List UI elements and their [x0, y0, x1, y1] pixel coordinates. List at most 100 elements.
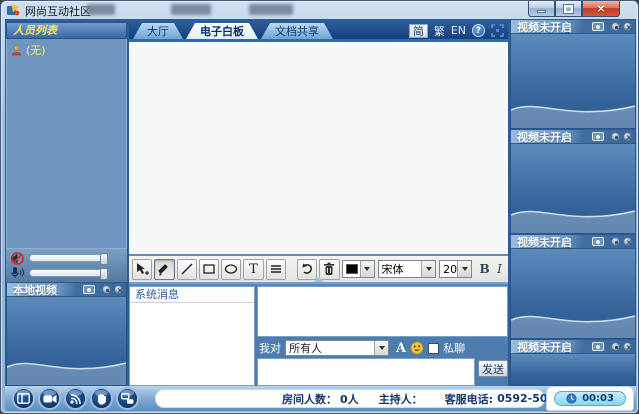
video-status-text: 视频未开启 [517, 234, 592, 250]
tab-whiteboard[interactable]: 电子白板 [186, 23, 258, 39]
snapshot-camera-icon[interactable] [592, 22, 604, 31]
pen-tool-button[interactable] [154, 259, 174, 280]
lines-tool-button[interactable] [266, 259, 286, 280]
minimize-button[interactable] [528, 1, 555, 17]
whiteboard-canvas[interactable] [129, 42, 508, 254]
system-message-panel: 系统消息 [129, 286, 255, 386]
video-close-button[interactable] [623, 342, 632, 351]
lang-traditional-button[interactable]: 繁 [434, 23, 445, 39]
microphone-icon[interactable] [10, 266, 25, 279]
pause-icon [615, 346, 618, 349]
system-message-header: 系统消息 [130, 287, 254, 303]
snapshot-camera-icon[interactable] [592, 342, 604, 351]
network-share-button[interactable] [116, 387, 139, 410]
maximize-button[interactable] [555, 1, 582, 17]
recipient-dropdown[interactable]: 所有人 [285, 340, 389, 356]
close-icon: × [596, 3, 605, 14]
tab-bar: 大厅 电子白板 文档共享 简 繁 EN ? [129, 22, 508, 39]
member-list-item[interactable]: (无) [7, 39, 126, 61]
lang-simplified-button[interactable]: 简 [409, 24, 428, 38]
title-bar: 网尚互动社区 × [1, 1, 639, 19]
speaker-muted-icon[interactable] [10, 252, 25, 265]
pause-icon [615, 26, 618, 29]
snapshot-camera-icon[interactable] [592, 237, 604, 246]
pause-icon [615, 136, 618, 139]
private-chat-label: 私聊 [443, 340, 465, 356]
private-chat-checkbox[interactable] [428, 343, 439, 354]
chat-font-button[interactable]: A [396, 341, 406, 356]
app-logo-icon [7, 4, 20, 16]
chevron-down-icon [374, 341, 388, 355]
send-button[interactable]: 发送 [478, 360, 508, 377]
font-family-dropdown[interactable]: 宋体 [378, 260, 437, 278]
close-button[interactable]: × [582, 1, 620, 17]
app-window: 网尚互动社区 × 人员列表 (无) [0, 0, 639, 414]
bold-button[interactable]: B [479, 262, 490, 276]
emoji-button[interactable] [410, 341, 424, 355]
text-tool-button[interactable]: T [243, 259, 263, 280]
redacted-text [249, 4, 293, 15]
video-close-button[interactable] [623, 22, 632, 31]
video-pause-button[interactable] [611, 342, 620, 351]
pause-icon [615, 241, 618, 244]
chat-message-area [257, 286, 508, 337]
pause-icon [106, 289, 109, 292]
video-pause-button[interactable] [611, 237, 620, 246]
raise-hand-button[interactable] [90, 387, 113, 410]
hand-icon [96, 393, 107, 405]
tab-doc-share[interactable]: 文档共享 [261, 23, 333, 39]
broadcast-button[interactable] [64, 387, 87, 410]
lang-english-button[interactable]: EN [451, 24, 466, 37]
video-panel-4: 视频未开启 [510, 339, 636, 386]
video-panel-header: 视频未开启 [510, 129, 636, 144]
camera-button[interactable] [38, 387, 61, 410]
italic-button[interactable]: I [494, 262, 505, 276]
line-tool-button[interactable] [177, 259, 197, 280]
ellipse-tool-button[interactable] [221, 259, 241, 280]
timer-value: 00:03 [582, 393, 614, 404]
tab-lobby[interactable]: 大厅 [133, 23, 183, 39]
help-button[interactable]: ? [472, 24, 485, 37]
status-info-bar: 房间人数： 0人 主持人： 客服电话: 0592-5021877 [155, 389, 545, 408]
video-pause-button[interactable] [611, 132, 620, 141]
clock-icon [566, 393, 577, 404]
chat-input[interactable] [257, 358, 475, 386]
speaker-volume-thumb[interactable] [100, 253, 108, 265]
window-controls: × [528, 1, 620, 17]
font-size-dropdown[interactable]: 20 [439, 260, 472, 278]
language-switcher: 简 繁 EN ? [409, 22, 506, 39]
window-title: 网尚互动社区 [25, 3, 91, 19]
video-panel-1: 视频未开启 [510, 19, 636, 129]
video-display-area [510, 354, 636, 386]
session-timer-tab: 00:03 [546, 386, 634, 411]
collapse-arrow-icon[interactable] [314, 277, 324, 282]
video-close-button[interactable] [623, 237, 632, 246]
chevron-down-icon [421, 261, 435, 277]
room-count-label: 房间人数： [282, 391, 337, 407]
snapshot-camera-icon[interactable] [83, 285, 95, 294]
video-pause-button[interactable] [102, 285, 111, 294]
video-close-button[interactable] [114, 285, 123, 294]
video-close-button[interactable] [623, 132, 632, 141]
select-tool-button[interactable] [132, 259, 152, 280]
video-display-area [510, 144, 636, 234]
snapshot-camera-icon[interactable] [592, 132, 604, 141]
color-picker-dropdown[interactable] [342, 260, 375, 278]
video-pause-button[interactable] [611, 22, 620, 31]
service-phone-label: 客服电话: [445, 391, 493, 407]
video-wave-decoration [511, 94, 635, 128]
video-wave-decoration [511, 304, 635, 338]
video-status-text: 视频未开启 [517, 129, 592, 145]
mic-volume-slider[interactable] [29, 269, 109, 277]
fullscreen-icon[interactable] [491, 24, 504, 37]
video-display-area [510, 249, 636, 339]
video-panel-header: 视频未开启 [510, 19, 636, 34]
layout-button[interactable] [12, 387, 35, 410]
mic-volume-thumb[interactable] [100, 268, 108, 280]
member-list[interactable]: (无) [6, 39, 127, 249]
screens-icon [121, 393, 134, 405]
person-icon [11, 45, 22, 56]
speaker-volume-slider[interactable] [29, 254, 109, 262]
multi-line-icon [269, 262, 283, 276]
rectangle-tool-button[interactable] [199, 259, 219, 280]
